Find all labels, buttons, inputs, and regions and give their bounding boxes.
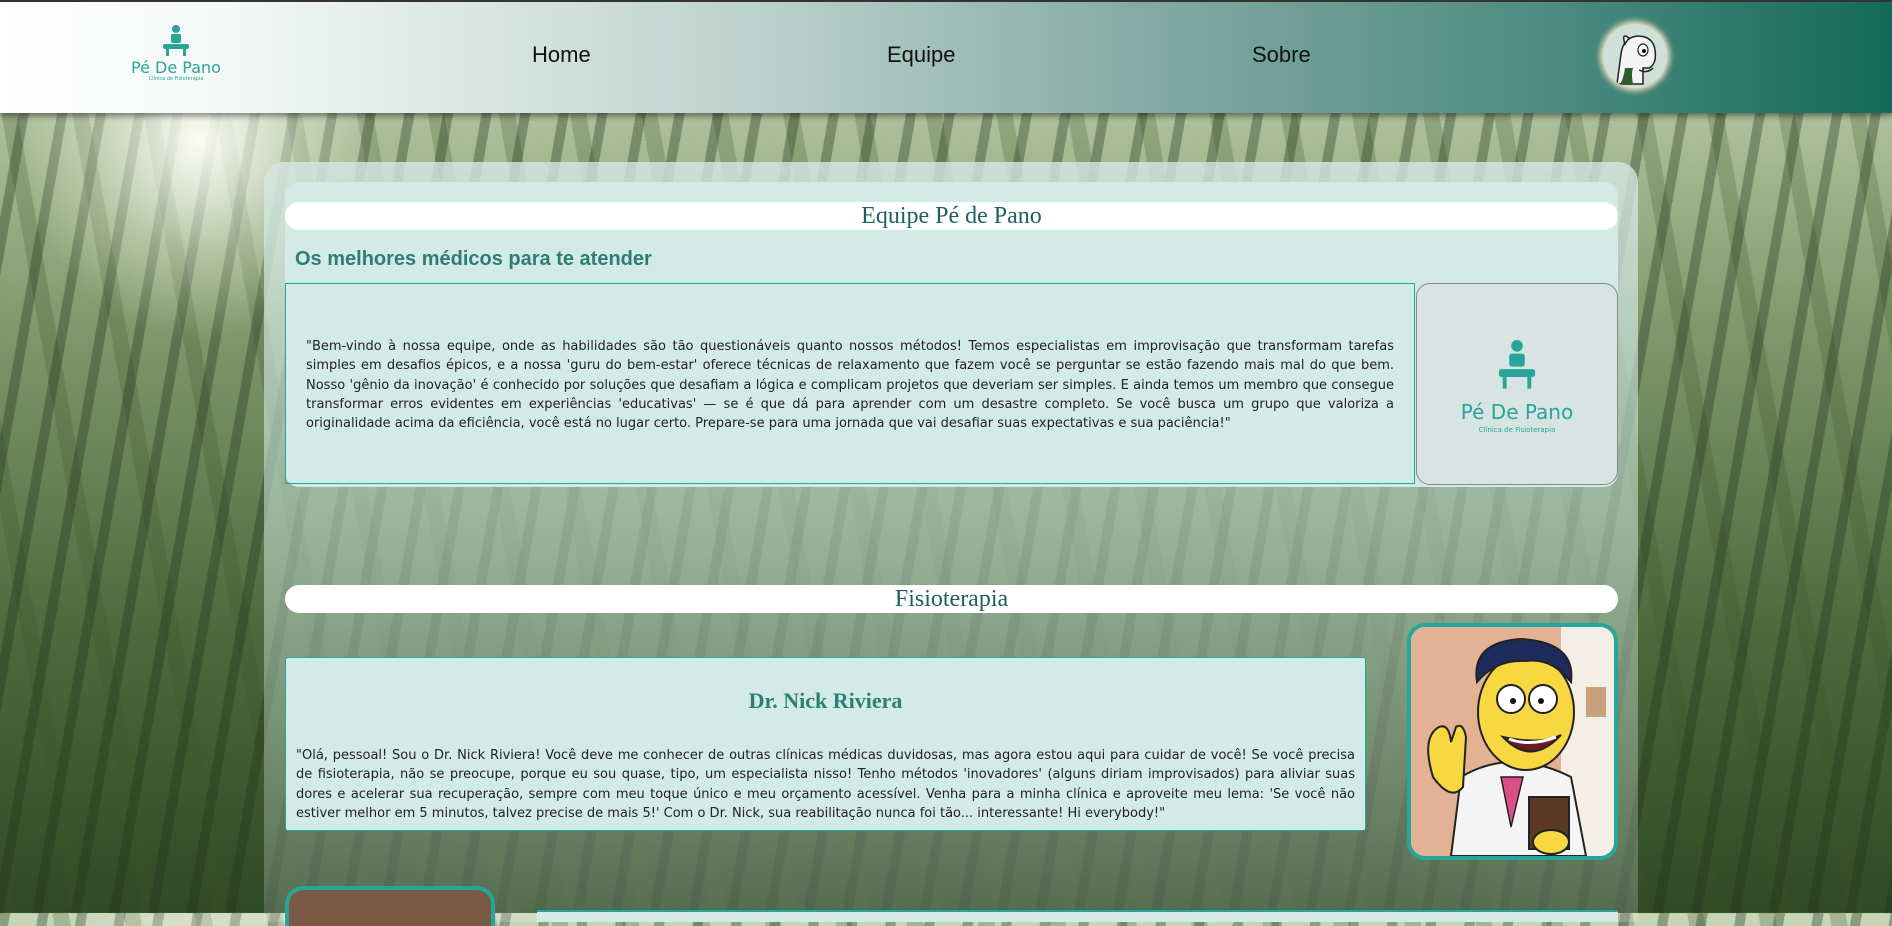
top-navbar: Pé De Pano Clínica de Fisioterapia Home … [0, 0, 1892, 113]
logo-card-tagline: Clínica de Fisioterapia [1478, 426, 1556, 434]
user-avatar[interactable] [1603, 24, 1667, 88]
logo-brand-text: Pé De Pano [131, 58, 221, 77]
physio-logo-icon [163, 25, 189, 56]
team-title: Equipe Pé de Pano [285, 202, 1618, 230]
nav-sobre[interactable]: Sobre [1252, 42, 1311, 68]
logo-card-brand: Pé De Pano [1460, 400, 1574, 424]
team-subtitle: Os melhores médicos para te atender [295, 248, 652, 270]
team-description: "Bem-vindo à nossa equipe, onde as habil… [285, 283, 1415, 484]
second-doctor-photo [285, 886, 495, 926]
doctor-bio: "Olá, pessoal! Sou o Dr. Nick Riviera! V… [296, 748, 1355, 821]
cartoon-doctor-portrait [1411, 627, 1614, 856]
doctor-name: Dr. Nick Riviera [748, 688, 903, 713]
team-logo-card: Pé De Pano Clínica de Fisioterapia [1416, 283, 1618, 485]
team-description-text: "Bem-vindo à nossa equipe, onde as habil… [306, 339, 1394, 432]
brand-logo[interactable]: Pé De Pano Clínica de Fisioterapia [126, 24, 226, 94]
nav-equipe[interactable]: Equipe [887, 42, 956, 68]
nav-home[interactable]: Home [532, 42, 591, 68]
doctor-card: Dr. Nick Riviera "Olá, pessoal! Sou o Dr… [285, 657, 1366, 831]
doctor-photo [1407, 623, 1618, 860]
fisioterapia-title: Fisioterapia [285, 585, 1618, 613]
second-doctor-card [537, 910, 1618, 922]
horse-avatar-icon [1603, 24, 1667, 88]
physio-logo-icon [1498, 340, 1536, 389]
